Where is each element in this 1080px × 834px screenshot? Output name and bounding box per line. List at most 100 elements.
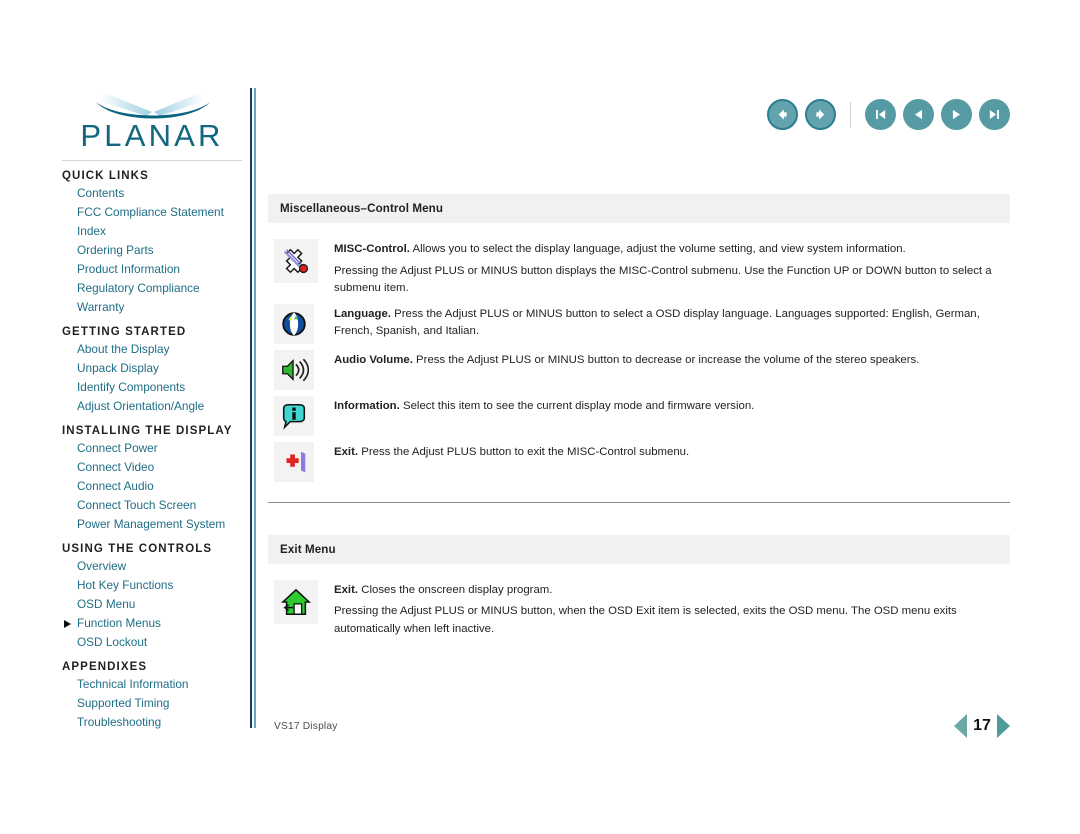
feature-paragraph: Information. Select this item to see the… [334, 398, 1010, 416]
sidebar-item-contents[interactable]: Contents [62, 184, 244, 203]
feature-text-cell: Exit. Closes the onscreen display progra… [334, 578, 1010, 639]
sidebar-item-connect-touch-screen[interactable]: Connect Touch Screen [62, 496, 244, 515]
sidebar: PLANAR QUICK LINKS Contents FCC Compliance… [62, 88, 244, 729]
feature-description: Press the Adjust PLUS or MINUS button to… [412, 353, 920, 366]
feature-description: Select this item to see the current disp… [399, 399, 755, 412]
section-header: Exit Menu [268, 534, 1010, 564]
forward-button[interactable] [804, 99, 836, 130]
feature-paragraph: Exit. Press the Adjust PLUS button to ex… [334, 444, 1010, 462]
planar-swoosh-logo: PLANAR [80, 92, 220, 152]
sidebar-item-connect-power[interactable]: Connect Power [62, 439, 244, 458]
icon-frame [274, 579, 318, 624]
information-bubble-icon [282, 403, 306, 430]
icon-frame [274, 349, 314, 390]
sidebar-group: USING THE CONTROLS Overview Hot Key Functi… [62, 543, 244, 652]
sidebar-item-power-management-system[interactable]: Power Management System [62, 515, 244, 534]
sidebar-item-warranty[interactable]: Warranty [62, 298, 244, 317]
icon-frame [274, 441, 314, 482]
sidebar-item-osd-lockout[interactable]: OSD Lockout [62, 633, 244, 652]
sidebar-item-ordering-parts[interactable]: Ordering Parts [62, 241, 244, 260]
sidebar-item-osd-menu[interactable]: OSD Menu [62, 595, 244, 614]
feature-description: Closes the onscreen display program. [358, 583, 553, 596]
feature-description: Press the Adjust PLUS or MINUS button to… [334, 307, 980, 338]
feature-term: Language. [334, 307, 391, 320]
feature-text-cell: Information. Select this item to see the… [334, 394, 1010, 416]
feature-row: Audio Volume. Press the Adjust PLUS or M… [268, 348, 1010, 390]
sidebar-group-heading: QUICK LINKS [62, 170, 149, 182]
exit-door-icon [286, 451, 306, 472]
back-button[interactable] [766, 99, 798, 130]
sidebar-item-fcc-compliance-statement[interactable]: FCC Compliance Statement [62, 203, 244, 222]
sidebar-item-function-menus[interactable]: Function Menus [62, 614, 244, 633]
sidebar-group: INSTALLING THE DISPLAY Connect Power Conne… [62, 425, 244, 534]
sidebar-item-troubleshooting[interactable]: Troubleshooting [62, 713, 244, 732]
sidebar-group-heading: APPENDIXES [62, 661, 148, 673]
section-header: Miscellaneous–Control Menu [268, 194, 1010, 223]
wrench-tools-icon [283, 248, 309, 274]
sidebar-item-regulatory-compliance[interactable]: Regulatory Compliance [62, 279, 244, 298]
speaker-volume-icon [282, 358, 309, 381]
feature-text-cell: Language. Press the Adjust PLUS or MINUS… [334, 302, 1010, 341]
skip-to-start-icon [876, 110, 886, 119]
arrow-right-icon [815, 109, 824, 120]
feature-text-cell: MISC-Control. Allows you to select the d… [334, 237, 1010, 298]
feature-row: Exit. Press the Adjust PLUS button to ex… [268, 440, 1010, 482]
sidebar-item-overview[interactable]: Overview [62, 557, 244, 576]
feature-term: Exit. [334, 445, 359, 458]
green-house-exit-icon [281, 588, 311, 615]
sidebar-item-technical-information[interactable]: Technical Information [62, 675, 244, 694]
feature-icon-cell [268, 237, 334, 283]
sidebar-item-connect-video[interactable]: Connect Video [62, 458, 244, 477]
feature-paragraph: Pressing the Adjust PLUS or MINUS button… [334, 603, 1010, 638]
icon-frame [274, 395, 314, 436]
feature-icon-cell [268, 440, 334, 482]
triangle-left-icon [914, 109, 923, 120]
column-divider-light [254, 88, 257, 728]
feature-term: Exit. [334, 583, 359, 596]
next-page-button[interactable] [941, 99, 972, 130]
first-page-button[interactable] [865, 99, 896, 130]
sidebar-group: GETTING STARTED About the Display Unpack D… [62, 326, 244, 416]
sidebar-item-about-the-display[interactable]: About the Display [62, 340, 244, 359]
skip-to-end-icon [989, 110, 999, 119]
sidebar-item-adjust-orientation-angle[interactable]: Adjust Orientation/Angle [62, 397, 244, 416]
arrow-left-icon [778, 109, 787, 120]
sidebar-item-index[interactable]: Index [62, 222, 244, 241]
feature-description: Allows you to select the display languag… [409, 243, 906, 255]
feature-row: Exit. Closes the onscreen display progra… [268, 578, 1010, 639]
feature-row: MISC-Control. Allows you to select the d… [268, 237, 1010, 298]
logo-divider [62, 160, 242, 161]
sidebar-item-supported-timing[interactable]: Supported Timing [62, 694, 244, 713]
triangle-right-icon [952, 109, 961, 120]
feature-icon-cell [268, 394, 334, 436]
page-navigator: 17 [954, 714, 1010, 738]
footer-previous-page-button[interactable] [954, 714, 967, 738]
feature-icon-cell [268, 302, 334, 344]
sidebar-item-connect-audio[interactable]: Connect Audio [62, 477, 244, 496]
sidebar-item-unpack-display[interactable]: Unpack Display [62, 359, 244, 378]
feature-term: Audio Volume. [334, 353, 413, 366]
feature-paragraph: Pressing the Adjust PLUS or MINUS button… [334, 263, 1010, 298]
last-page-button[interactable] [979, 99, 1010, 130]
previous-page-button[interactable] [903, 99, 934, 130]
feature-row: Information. Select this item to see the… [268, 394, 1010, 436]
sidebar-group-heading: INSTALLING THE DISPLAY [62, 425, 233, 437]
feature-icon-cell [268, 578, 334, 624]
topnav-divider [849, 101, 851, 128]
document-label: VS17 Display [274, 721, 338, 732]
document-page: PLANAR QUICK LINKS Contents FCC Compliance… [0, 0, 1080, 834]
feature-icon-cell [268, 348, 334, 390]
feature-row: Language. Press the Adjust PLUS or MINUS… [268, 302, 1010, 344]
sidebar-group: APPENDIXES Technical Information Supported… [62, 661, 244, 732]
sidebar-item-identify-components[interactable]: Identify Components [62, 378, 244, 397]
section-entries: MISC-Control. Allows you to select the d… [268, 237, 1010, 482]
top-navigation-bar [766, 99, 1010, 130]
feature-text-cell: Exit. Press the Adjust PLUS button to ex… [334, 440, 1010, 462]
section-title: Miscellaneous–Control Menu [280, 202, 444, 215]
footer-next-page-button[interactable] [997, 714, 1010, 738]
column-divider-dark [250, 88, 252, 728]
sidebar-item-hot-key-functions[interactable]: Hot Key Functions [62, 576, 244, 595]
icon-frame [274, 239, 318, 283]
sidebar-item-product-information[interactable]: Product Information [62, 260, 244, 279]
feature-paragraph: Exit. Closes the onscreen display progra… [334, 582, 1010, 600]
